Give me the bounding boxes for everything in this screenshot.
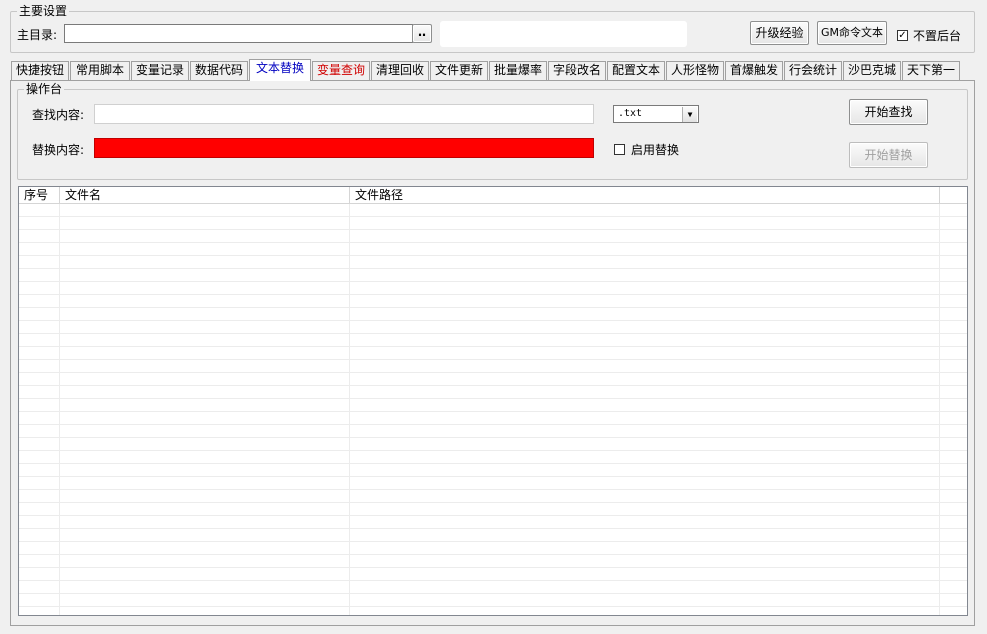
browse-button[interactable]: ‥ — [412, 24, 432, 43]
tab-5[interactable]: 文本替换 — [249, 59, 311, 81]
main-dir-label: 主目录: — [17, 28, 58, 42]
results-grid — [19, 204, 967, 615]
tab-1[interactable]: 快捷按钮 — [11, 61, 69, 80]
console-group: 操作台 — [17, 82, 968, 180]
find-input[interactable] — [94, 104, 594, 124]
grid-divider — [939, 204, 940, 615]
upgrade-exp-button[interactable]: 升级经验 — [750, 21, 809, 45]
tab-3[interactable]: 变量记录 — [131, 61, 189, 80]
results-table[interactable]: 序号 文件名 文件路径 — [18, 186, 968, 616]
tab-8[interactable]: 文件更新 — [430, 61, 488, 80]
enable-replace-checkbox[interactable] — [614, 144, 625, 155]
tab-12[interactable]: 人形怪物 — [666, 61, 724, 80]
gm-command-text-button[interactable]: GM命令文本 — [817, 21, 887, 45]
tab-2[interactable]: 常用脚本 — [70, 61, 130, 80]
column-header-filepath[interactable]: 文件路径 — [350, 187, 940, 203]
main-dir-input[interactable] — [64, 24, 413, 43]
column-header-filename[interactable]: 文件名 — [60, 187, 350, 203]
grid-divider — [59, 204, 60, 615]
tab-11[interactable]: 配置文本 — [607, 61, 665, 80]
tab-4[interactable]: 数据代码 — [190, 61, 248, 80]
tab-10[interactable]: 字段改名 — [548, 61, 606, 80]
find-label: 查找内容: — [32, 108, 85, 122]
tab-9[interactable]: 批量爆率 — [489, 61, 547, 80]
tab-13[interactable]: 首爆触发 — [725, 61, 783, 80]
dropdown-arrow-icon[interactable]: ▼ — [682, 107, 697, 122]
status-panel — [440, 21, 687, 47]
tab-14[interactable]: 行会统计 — [784, 61, 842, 80]
replace-label: 替换内容: — [32, 143, 85, 157]
start-find-button[interactable]: 开始查找 — [849, 99, 928, 125]
tab-16[interactable]: 天下第一 — [902, 61, 960, 80]
tab-15[interactable]: 沙巴克城 — [843, 61, 901, 80]
grid-divider — [349, 204, 350, 615]
enable-replace-label: 启用替换 — [631, 143, 680, 157]
extension-select[interactable]: .txt ▼ — [613, 105, 699, 123]
main-settings-title: 主要设置 — [17, 4, 70, 18]
no-background-checkbox[interactable]: ✓ — [897, 30, 908, 41]
tab-7[interactable]: 清理回收 — [371, 61, 429, 80]
checkmark-icon: ✓ — [898, 30, 907, 41]
no-background-label: 不置后台 — [913, 29, 962, 43]
start-replace-button[interactable]: 开始替换 — [849, 142, 928, 168]
console-title: 操作台 — [24, 82, 65, 96]
tab-6[interactable]: 变量查询 — [312, 61, 370, 80]
extension-selected: .txt — [618, 108, 643, 119]
replace-input[interactable] — [94, 138, 594, 158]
column-header-index[interactable]: 序号 — [19, 187, 60, 203]
results-table-header: 序号 文件名 文件路径 — [19, 187, 967, 204]
